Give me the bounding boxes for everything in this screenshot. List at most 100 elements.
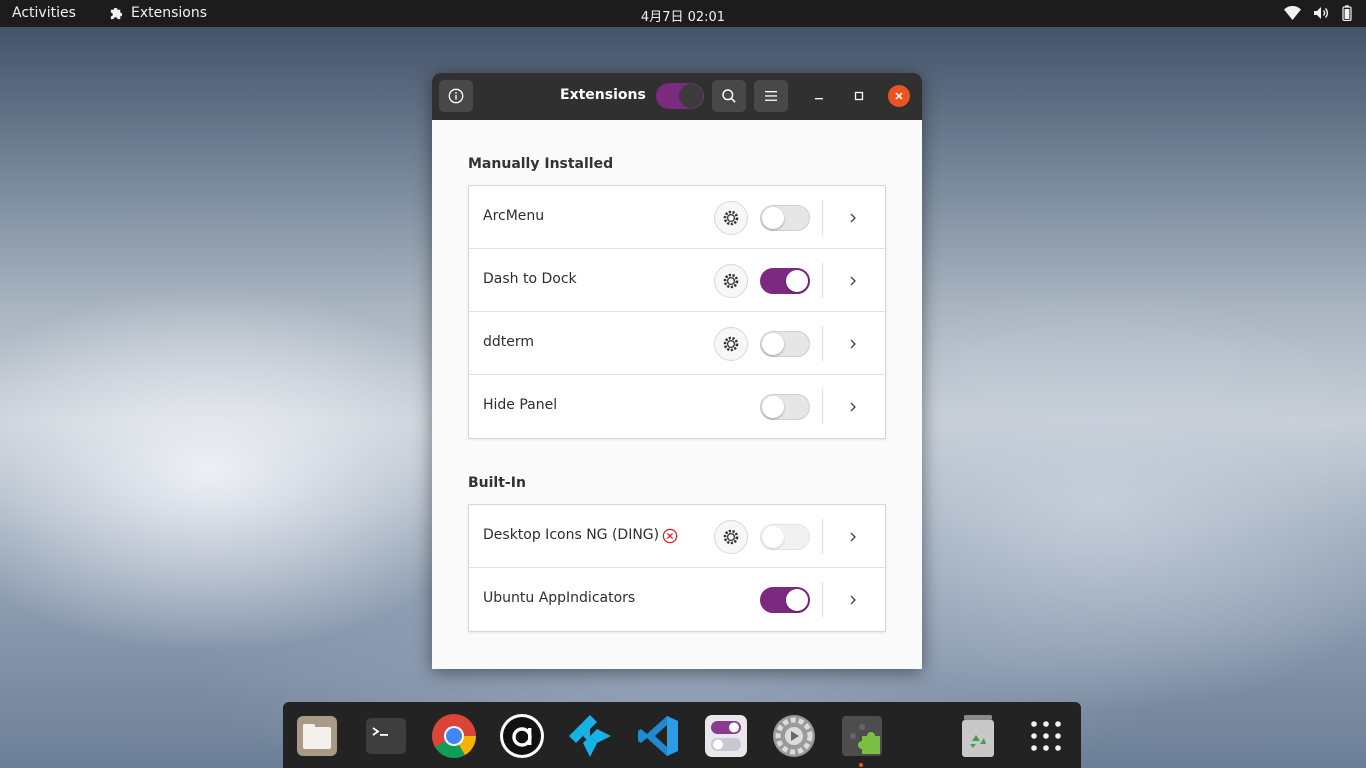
dock-item-tweaks[interactable] (703, 713, 749, 759)
divider (822, 519, 823, 554)
switch-knob (762, 333, 784, 355)
section-title-built-in: Built-In (468, 475, 526, 491)
anki-icon (500, 714, 544, 758)
dock-item-extensions[interactable] (839, 713, 885, 759)
trash-icon (962, 715, 994, 757)
maximize-icon (854, 91, 864, 101)
enable-switch[interactable] (760, 394, 810, 420)
extension-name: Dash to Dock (483, 271, 577, 287)
extension-row-hide-panel[interactable]: Hide Panel (469, 375, 885, 438)
error-icon[interactable] (662, 528, 678, 544)
manually-installed-list: ArcMenu Dash to Dock ddterm Hide Panel (468, 185, 886, 439)
settings-button[interactable] (714, 327, 748, 361)
activities-button[interactable]: Activities (12, 5, 76, 21)
app-menu[interactable]: Extensions (109, 5, 207, 21)
extension-row-dash-to-dock[interactable]: Dash to Dock (469, 249, 885, 312)
gear-icon (723, 336, 739, 352)
battery-icon (1342, 5, 1352, 21)
extension-name: Ubuntu AppIndicators (483, 590, 636, 606)
dock-item-anki[interactable] (499, 713, 545, 759)
switch-knob (762, 207, 784, 229)
vscode-icon (638, 716, 678, 756)
switch-knob (762, 396, 784, 418)
dock-item-files[interactable] (294, 713, 340, 759)
dock-item-app-grid[interactable] (1023, 713, 1069, 759)
gear-icon (723, 273, 739, 289)
chevron-right-icon[interactable] (846, 273, 860, 289)
window-title: Extensions (560, 87, 646, 103)
section-title-manually-installed: Manually Installed (468, 156, 614, 172)
extension-row-arcmenu[interactable]: ArcMenu (469, 186, 885, 249)
dock-item-kodi[interactable] (567, 713, 613, 759)
gear-icon (723, 529, 739, 545)
chevron-right-icon[interactable] (846, 592, 860, 608)
extensions-master-switch[interactable] (656, 83, 704, 109)
terminal-icon (366, 718, 406, 754)
close-button[interactable] (888, 85, 910, 107)
enable-switch[interactable] (760, 268, 810, 294)
chevron-right-icon[interactable] (846, 336, 860, 352)
extensions-window: Extensions Manually Installed ArcMenu Da… (432, 73, 922, 669)
settings-button[interactable] (714, 201, 748, 235)
extensions-list-view[interactable]: Manually Installed ArcMenu Dash to Dock (432, 120, 922, 669)
chevron-right-icon[interactable] (846, 210, 860, 226)
minimize-button[interactable] (808, 85, 830, 107)
hamburger-menu-icon (765, 91, 777, 101)
chrome-icon (432, 714, 476, 758)
tweaks-icon (705, 715, 747, 757)
extension-name: Hide Panel (483, 397, 558, 413)
minimize-icon (815, 98, 823, 100)
switch-knob (762, 526, 784, 548)
dock-item-vscode[interactable] (635, 713, 681, 759)
dock (283, 702, 1081, 768)
extensions-icon (842, 716, 882, 756)
header-bar: Extensions (432, 73, 922, 120)
app-grid-icon (1031, 721, 1061, 751)
search-icon (722, 89, 736, 103)
files-icon (297, 716, 337, 756)
built-in-list: Desktop Icons NG (DING) Ubuntu AppIndica… (468, 504, 886, 632)
extension-row-ddterm[interactable]: ddterm (469, 312, 885, 375)
extension-row-desktop-icons-ng[interactable]: Desktop Icons NG (DING) (469, 505, 885, 568)
system-tray[interactable] (1284, 5, 1352, 21)
chevron-right-icon[interactable] (846, 529, 860, 545)
top-bar: Activities Extensions 4月7日 02:01 (0, 0, 1366, 27)
divider (822, 582, 823, 617)
maximize-button[interactable] (848, 85, 870, 107)
settings-button[interactable] (714, 520, 748, 554)
extension-name: ArcMenu (483, 208, 545, 224)
switch-knob (679, 84, 703, 108)
switch-knob (786, 270, 808, 292)
dock-item-chrome[interactable] (431, 713, 477, 759)
settings-button[interactable] (714, 264, 748, 298)
dock-item-trash[interactable] (955, 713, 1001, 759)
gear-icon (723, 210, 739, 226)
chevron-right-icon[interactable] (846, 399, 860, 415)
kodi-icon (569, 715, 611, 757)
switch-knob (786, 589, 808, 611)
extension-name: ddterm (483, 334, 535, 350)
enable-switch[interactable] (760, 205, 810, 231)
search-button[interactable] (712, 80, 746, 112)
dock-item-terminal[interactable] (363, 713, 409, 759)
close-icon (895, 92, 903, 100)
dock-item-settings[interactable] (771, 713, 817, 759)
extension-row-ubuntu-appindicators[interactable]: Ubuntu AppIndicators (469, 568, 885, 631)
extension-name: Desktop Icons NG (DING) (483, 527, 660, 543)
info-icon (448, 88, 464, 104)
puzzle-icon (110, 7, 123, 19)
main-menu-button[interactable] (754, 80, 788, 112)
about-button[interactable] (439, 80, 473, 112)
running-indicator (859, 763, 863, 767)
volume-icon (1314, 7, 1328, 19)
enable-switch[interactable] (760, 587, 810, 613)
wifi-icon (1284, 6, 1301, 20)
divider (822, 326, 823, 361)
enable-switch[interactable] (760, 524, 810, 550)
divider (822, 389, 823, 424)
settings-icon (773, 715, 815, 757)
divider (822, 263, 823, 298)
enable-switch[interactable] (760, 331, 810, 357)
app-menu-label: Extensions (131, 5, 208, 21)
clock[interactable]: 4月7日 02:01 (641, 10, 725, 25)
